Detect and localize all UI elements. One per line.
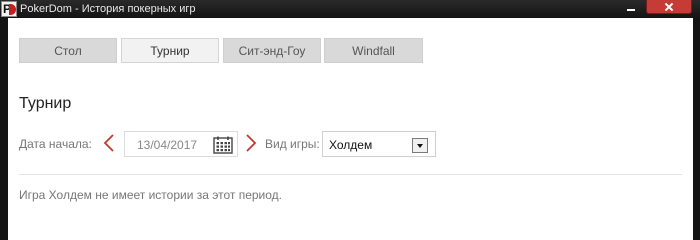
start-date-label: Дата начала:	[19, 137, 92, 151]
page-title: Турнир	[19, 95, 72, 112]
next-date-button[interactable]	[244, 133, 258, 153]
logo-red-shape	[9, 4, 16, 15]
minimize-icon	[627, 8, 635, 11]
calendar-icon[interactable]	[213, 136, 233, 154]
tab-sit-and-go[interactable]: Сит-энд-Гоу	[223, 38, 321, 63]
main-panel: Стол Турнир Сит-энд-Гоу Windfall Турнир …	[8, 18, 693, 240]
chevron-left-icon	[103, 134, 114, 152]
pokerdom-logo-icon[interactable]: P	[1, 1, 17, 17]
game-type-select[interactable]: Холдем	[322, 131, 436, 157]
prev-date-button[interactable]	[102, 133, 116, 153]
title-bar: P PokerDom - История покерных игр	[0, 0, 700, 18]
divider	[19, 174, 682, 175]
close-icon	[664, 2, 674, 12]
tab-windfall[interactable]: Windfall	[324, 38, 423, 63]
start-date-input[interactable]	[137, 138, 207, 152]
dropdown-button[interactable]	[412, 138, 428, 153]
close-button[interactable]	[646, 0, 692, 14]
chevron-right-icon	[246, 134, 257, 152]
tab-tournament[interactable]: Турнир	[121, 38, 219, 63]
window-title: PokerDom - История покерных игр	[20, 3, 196, 15]
game-type-label: Вид игры:	[265, 137, 320, 151]
no-history-message: Игра Холдем не имеет истории за этот пер…	[19, 188, 283, 202]
game-type-value: Холдем	[329, 138, 373, 152]
start-date-field[interactable]	[124, 131, 238, 157]
minimize-button[interactable]	[618, 0, 644, 14]
tab-table[interactable]: Стол	[19, 38, 117, 63]
dropdown-arrow-icon	[417, 143, 423, 148]
